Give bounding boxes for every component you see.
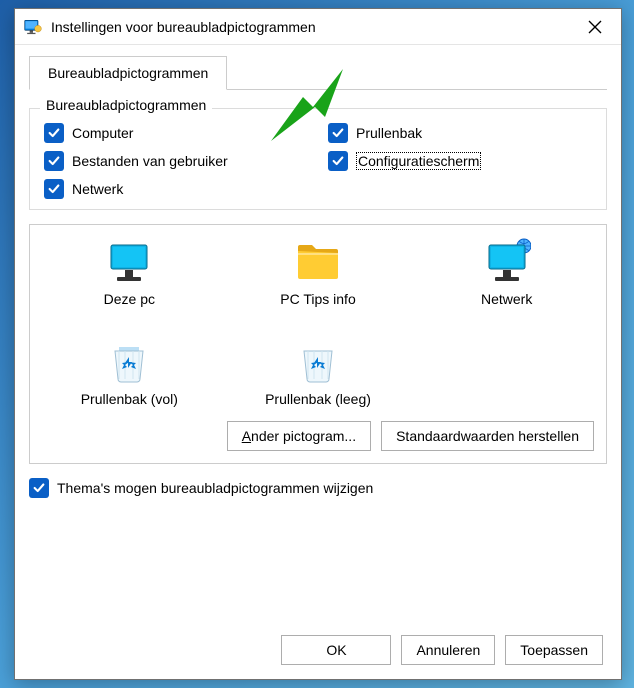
checkbox-label: Configuratiescherm [356, 152, 481, 170]
checkbox-groupbox: Bureaubladpictogrammen ComputerPrullenba… [29, 108, 607, 210]
checkbox-label: Computer [72, 125, 133, 141]
dialog-window: Instellingen voor bureaubladpictogrammen… [14, 8, 622, 680]
ok-button[interactable]: OK [281, 635, 391, 665]
recycle-full-icon [105, 337, 153, 385]
icon-grid: Deze pc PC Tips info Netwerk Prullenbak (vo… [38, 237, 598, 407]
icon-item-recycle-full[interactable]: Prullenbak (vol) [38, 337, 221, 407]
checkbox-label: Netwerk [72, 181, 123, 197]
network-icon [483, 237, 531, 285]
change-icon-button[interactable]: Ander pictogram... [227, 421, 371, 451]
user-folder-icon [294, 237, 342, 285]
restore-defaults-button[interactable]: Standaardwaarden herstellen [381, 421, 594, 451]
checkbox-label: Bestanden van gebruiker [72, 153, 228, 169]
dialog-button-bar: OK Annuleren Toepassen [281, 635, 603, 665]
checkbox[interactable] [328, 151, 348, 171]
cancel-button[interactable]: Annuleren [401, 635, 495, 665]
checkbox[interactable] [328, 123, 348, 143]
icon-item-this-pc[interactable]: Deze pc [38, 237, 221, 307]
dialog-content: Bureaubladpictogrammen Bureaubladpictogr… [15, 45, 621, 512]
icon-item-label: PC Tips info [280, 291, 355, 307]
window-title: Instellingen voor bureaubladpictogrammen [51, 19, 577, 35]
checkbox-label: Prullenbak [356, 125, 422, 141]
checkbox[interactable] [44, 151, 64, 171]
tabstrip: Bureaubladpictogrammen [29, 55, 607, 90]
icon-item-user-folder[interactable]: PC Tips info [227, 237, 410, 307]
checkbox-row: Netwerk [44, 179, 308, 199]
icon-item-label: Prullenbak (leeg) [265, 391, 371, 407]
checkbox-row: Bestanden van gebruiker [44, 151, 308, 171]
icon-item-label: Deze pc [104, 291, 155, 307]
checkbox[interactable] [44, 123, 64, 143]
theme-permission-row: Thema's mogen bureaubladpictogrammen wij… [29, 478, 607, 498]
icon-item-network[interactable]: Netwerk [415, 237, 598, 307]
tab-label: Bureaubladpictogrammen [48, 65, 208, 81]
close-button[interactable] [577, 13, 613, 41]
titlebar: Instellingen voor bureaubladpictogrammen [15, 9, 621, 45]
groupbox-title: Bureaubladpictogrammen [40, 97, 212, 113]
checkbox-row: Computer [44, 123, 308, 143]
checkbox-grid: Computer Prullenbak Bestanden van gebruike… [44, 123, 592, 199]
icon-item-label: Netwerk [481, 291, 532, 307]
checkbox-row: Prullenbak [328, 123, 592, 143]
icon-item-recycle-empty[interactable]: Prullenbak (leeg) [227, 337, 410, 407]
checkbox[interactable] [44, 179, 64, 199]
icon-buttons-row: Ander pictogram... Standaardwaarden hers… [227, 421, 594, 451]
theme-checkbox[interactable] [29, 478, 49, 498]
app-icon [23, 17, 43, 37]
checkbox-row: Configuratiescherm [328, 151, 592, 171]
theme-checkbox-label: Thema's mogen bureaubladpictogrammen wij… [57, 480, 373, 496]
tab-desktop-icons[interactable]: Bureaubladpictogrammen [29, 56, 227, 90]
icon-item-label: Prullenbak (vol) [81, 391, 178, 407]
this-pc-icon [105, 237, 153, 285]
close-icon [588, 20, 602, 34]
icon-preview-box: Deze pc PC Tips info Netwerk Prullenbak (vo… [29, 224, 607, 464]
apply-button[interactable]: Toepassen [505, 635, 603, 665]
recycle-empty-icon [294, 337, 342, 385]
